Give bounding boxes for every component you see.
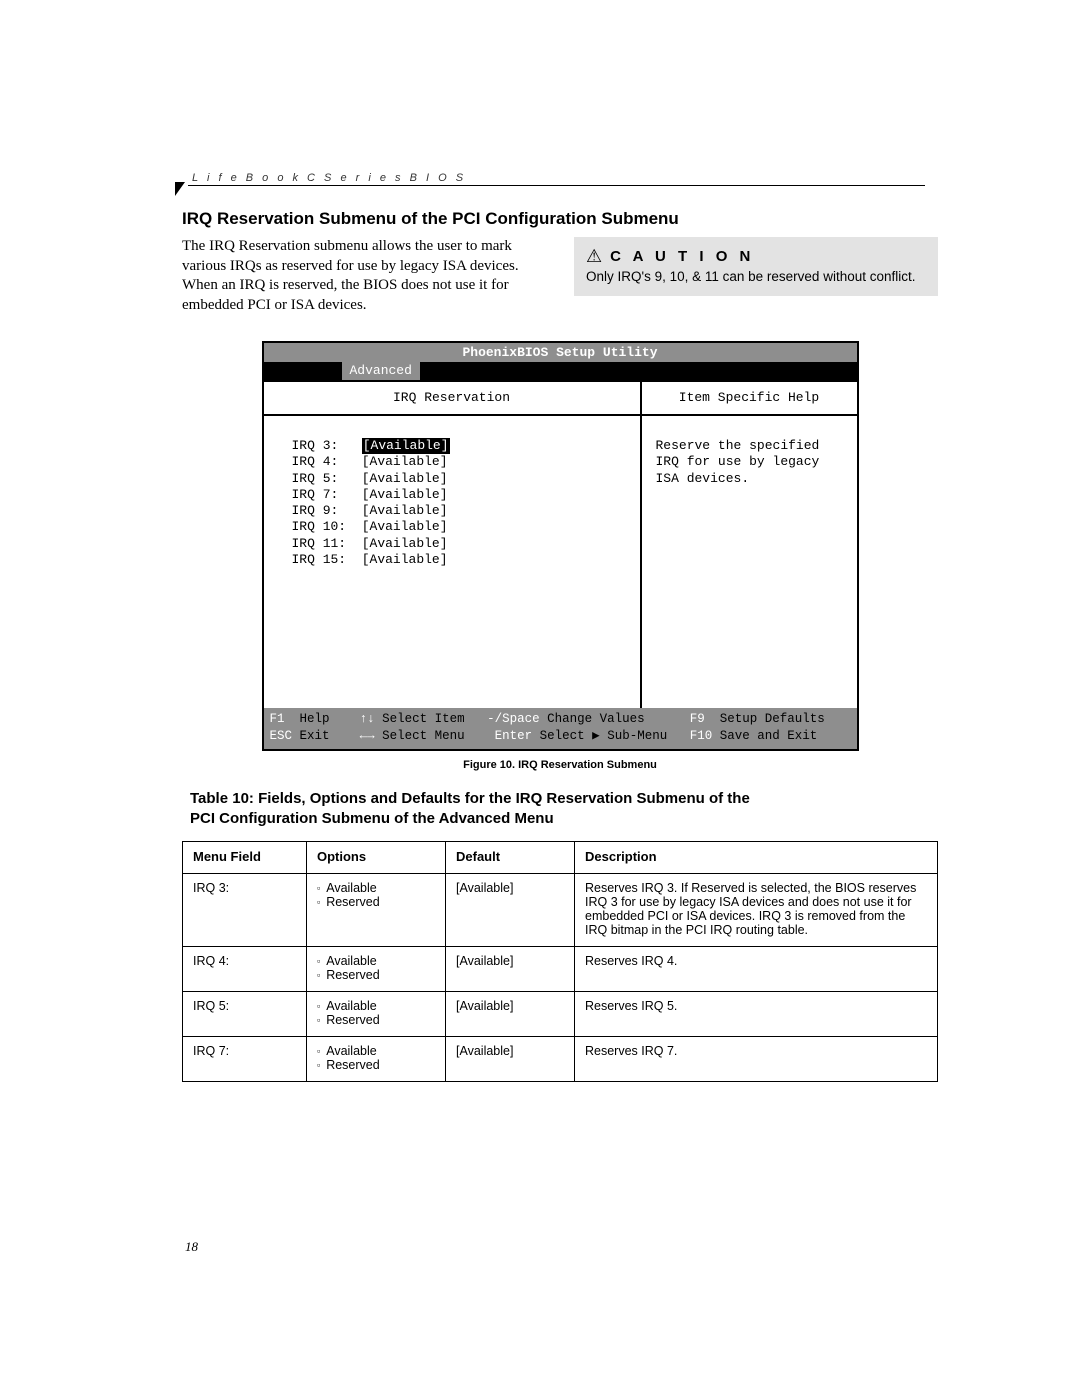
cell-description: Reserves IRQ 3. If Reserved is selected,…: [575, 874, 938, 947]
caution-icon: ⚠: [586, 247, 602, 265]
table-row: IRQ 3:AvailableReserved[Available]Reserv…: [183, 874, 938, 947]
table-row: IRQ 7:AvailableReserved[Available]Reserv…: [183, 1037, 938, 1082]
table-caption: Table 10: Fields, Options and Defaults f…: [190, 789, 938, 830]
header-pointer-icon: [175, 182, 185, 196]
bios-left-panel-title: IRQ Reservation: [264, 382, 640, 416]
bios-tab-advanced[interactable]: Advanced: [342, 362, 420, 380]
bios-irq-row[interactable]: IRQ 7: [Available]: [292, 487, 640, 503]
caution-box: ⚠ C A U T I O N Only IRQ's 9, 10, & 11 c…: [574, 237, 938, 296]
bios-irq-row[interactable]: IRQ 4: [Available]: [292, 454, 640, 470]
bios-irq-row[interactable]: IRQ 10: [Available]: [292, 519, 640, 535]
cell-menu-field: IRQ 7:: [183, 1037, 307, 1082]
bios-help-text: Reserve the specifiedIRQ for use by lega…: [642, 416, 857, 487]
header-rule: [188, 185, 925, 186]
cell-options: AvailableReserved: [307, 874, 446, 947]
cell-default: [Available]: [446, 874, 575, 947]
bios-irq-list: IRQ 3: [Available]IRQ 4: [Available]IRQ …: [264, 416, 640, 568]
bios-irq-row[interactable]: IRQ 5: [Available]: [292, 471, 640, 487]
page-number: 18: [185, 1239, 198, 1255]
cell-menu-field: IRQ 4:: [183, 947, 307, 992]
section-title: IRQ Reservation Submenu of the PCI Confi…: [182, 209, 938, 229]
caution-label: C A U T I O N: [610, 248, 754, 265]
cell-default: [Available]: [446, 992, 575, 1037]
bios-help-panel-title: Item Specific Help: [642, 382, 857, 416]
cell-options: AvailableReserved: [307, 947, 446, 992]
bios-irq-row[interactable]: IRQ 9: [Available]: [292, 503, 640, 519]
table-row: IRQ 4:AvailableReserved[Available]Reserv…: [183, 947, 938, 992]
table-header-row: Menu Field Options Default Description: [183, 842, 938, 874]
cell-options: AvailableReserved: [307, 1037, 446, 1082]
bios-window-title: PhoenixBIOS Setup Utility: [264, 343, 857, 362]
cell-menu-field: IRQ 3:: [183, 874, 307, 947]
running-header: L i f e B o o k C S e r i e s B I O S: [192, 172, 466, 184]
cell-description: Reserves IRQ 4.: [575, 947, 938, 992]
cell-options: AvailableReserved: [307, 992, 446, 1037]
bios-irq-row[interactable]: IRQ 3: [Available]: [292, 438, 640, 454]
fields-table: Menu Field Options Default Description I…: [182, 841, 938, 1082]
cell-description: Reserves IRQ 7.: [575, 1037, 938, 1082]
figure-caption: Figure 10. IRQ Reservation Submenu: [182, 759, 938, 771]
th-menu-field: Menu Field: [183, 842, 307, 874]
th-options: Options: [307, 842, 446, 874]
bios-irq-row[interactable]: IRQ 11: [Available]: [292, 536, 640, 552]
cell-default: [Available]: [446, 1037, 575, 1082]
th-default: Default: [446, 842, 575, 874]
bios-screenshot: PhoenixBIOS Setup Utility Advanced IRQ R…: [262, 341, 859, 751]
bios-nav-bar: F1 Help ↑↓ Select Item -/Space Change Va…: [264, 708, 857, 749]
intro-paragraph: The IRQ Reservation submenu allows the u…: [182, 237, 546, 315]
cell-description: Reserves IRQ 5.: [575, 992, 938, 1037]
th-description: Description: [575, 842, 938, 874]
caution-text: Only IRQ's 9, 10, & 11 can be reserved w…: [586, 269, 926, 284]
bios-irq-row[interactable]: IRQ 15: [Available]: [292, 552, 640, 568]
table-row: IRQ 5:AvailableReserved[Available]Reserv…: [183, 992, 938, 1037]
cell-default: [Available]: [446, 947, 575, 992]
bios-menu-bar: Advanced: [264, 362, 857, 380]
cell-menu-field: IRQ 5:: [183, 992, 307, 1037]
